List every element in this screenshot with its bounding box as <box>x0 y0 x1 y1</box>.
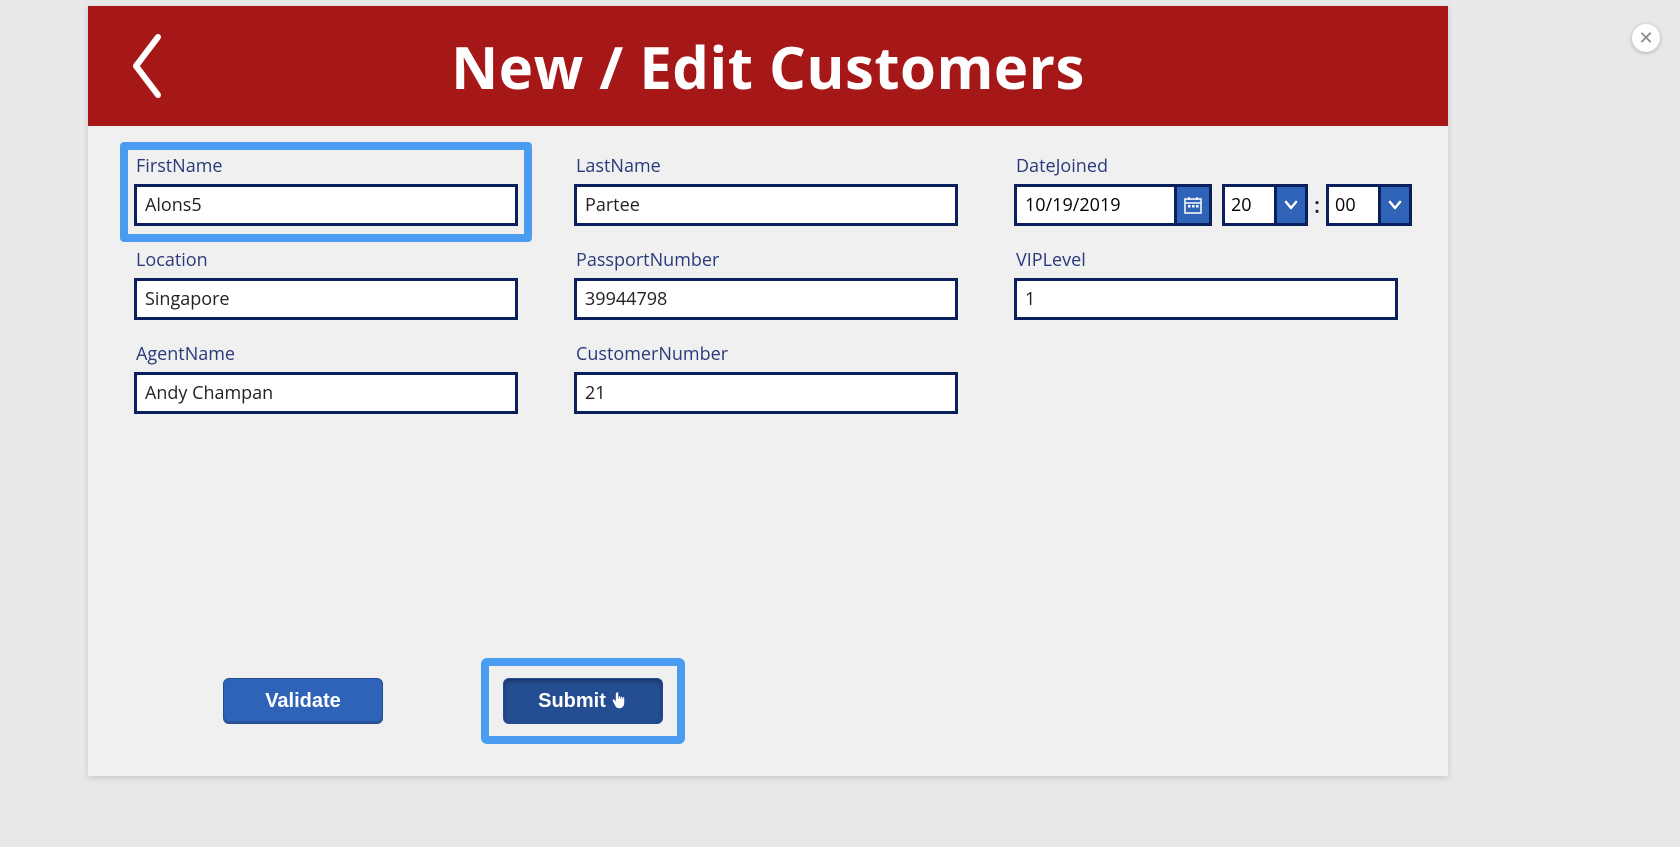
close-icon: ✕ <box>1638 28 1653 49</box>
minute-value: 00 <box>1326 184 1378 226</box>
time-separator: : <box>1314 190 1320 220</box>
close-button[interactable]: ✕ <box>1632 24 1660 52</box>
button-bar: Validate Submit <box>223 658 685 744</box>
location-label: Location <box>134 248 518 272</box>
calendar-button[interactable] <box>1174 184 1212 226</box>
firstname-input[interactable] <box>134 184 518 226</box>
location-input[interactable] <box>134 278 518 320</box>
agentname-label: AgentName <box>134 342 518 366</box>
back-button[interactable] <box>118 21 176 111</box>
customernumber-input[interactable] <box>574 372 958 414</box>
cursor-pointer-icon <box>612 692 628 710</box>
agentname-input[interactable] <box>134 372 518 414</box>
submit-button[interactable]: Submit <box>503 678 663 724</box>
hour-select[interactable]: 20 <box>1222 184 1308 226</box>
calendar-icon <box>1184 196 1202 214</box>
passportnumber-label: PassportNumber <box>574 248 958 272</box>
field-firstname: FirstName <box>120 142 532 242</box>
datejoined-label: DateJoined <box>1014 154 1398 178</box>
lastname-label: LastName <box>574 154 958 178</box>
field-viplevel: VIPLevel <box>1014 248 1398 320</box>
form-row-3: AgentName CustomerNumber <box>134 342 1402 414</box>
hour-chevron[interactable] <box>1274 184 1308 226</box>
hour-value: 20 <box>1222 184 1274 226</box>
form-panel: New / Edit Customers FirstName LastName … <box>88 6 1448 776</box>
datejoined-group: 20 : 00 <box>1014 184 1398 226</box>
form-area: FirstName LastName DateJoined <box>88 126 1448 436</box>
minute-select[interactable]: 00 <box>1326 184 1412 226</box>
validate-button-label: Validate <box>265 690 341 713</box>
passportnumber-input[interactable] <box>574 278 958 320</box>
field-passportnumber: PassportNumber <box>574 248 958 320</box>
chevron-down-icon <box>1387 197 1403 213</box>
form-row-2: Location PassportNumber VIPLevel <box>134 248 1402 320</box>
field-customernumber: CustomerNumber <box>574 342 958 414</box>
chevron-left-icon <box>128 31 166 101</box>
lastname-input[interactable] <box>574 184 958 226</box>
viplevel-label: VIPLevel <box>1014 248 1398 272</box>
viplevel-input[interactable] <box>1014 278 1398 320</box>
field-lastname: LastName <box>574 154 958 226</box>
submit-button-label: Submit <box>538 690 606 713</box>
submit-highlight: Submit <box>481 658 685 744</box>
validate-button[interactable]: Validate <box>223 678 383 724</box>
form-row-1: FirstName LastName DateJoined <box>134 154 1402 226</box>
field-datejoined: DateJoined <box>1014 154 1398 226</box>
minute-chevron[interactable] <box>1378 184 1412 226</box>
chevron-down-icon <box>1283 197 1299 213</box>
form-header: New / Edit Customers <box>88 6 1448 126</box>
firstname-label: FirstName <box>134 154 518 178</box>
field-location: Location <box>134 248 518 320</box>
customernumber-label: CustomerNumber <box>574 342 958 366</box>
datejoined-date-input[interactable] <box>1014 184 1174 226</box>
page-title: New / Edit Customers <box>451 27 1085 106</box>
field-agentname: AgentName <box>134 342 518 414</box>
